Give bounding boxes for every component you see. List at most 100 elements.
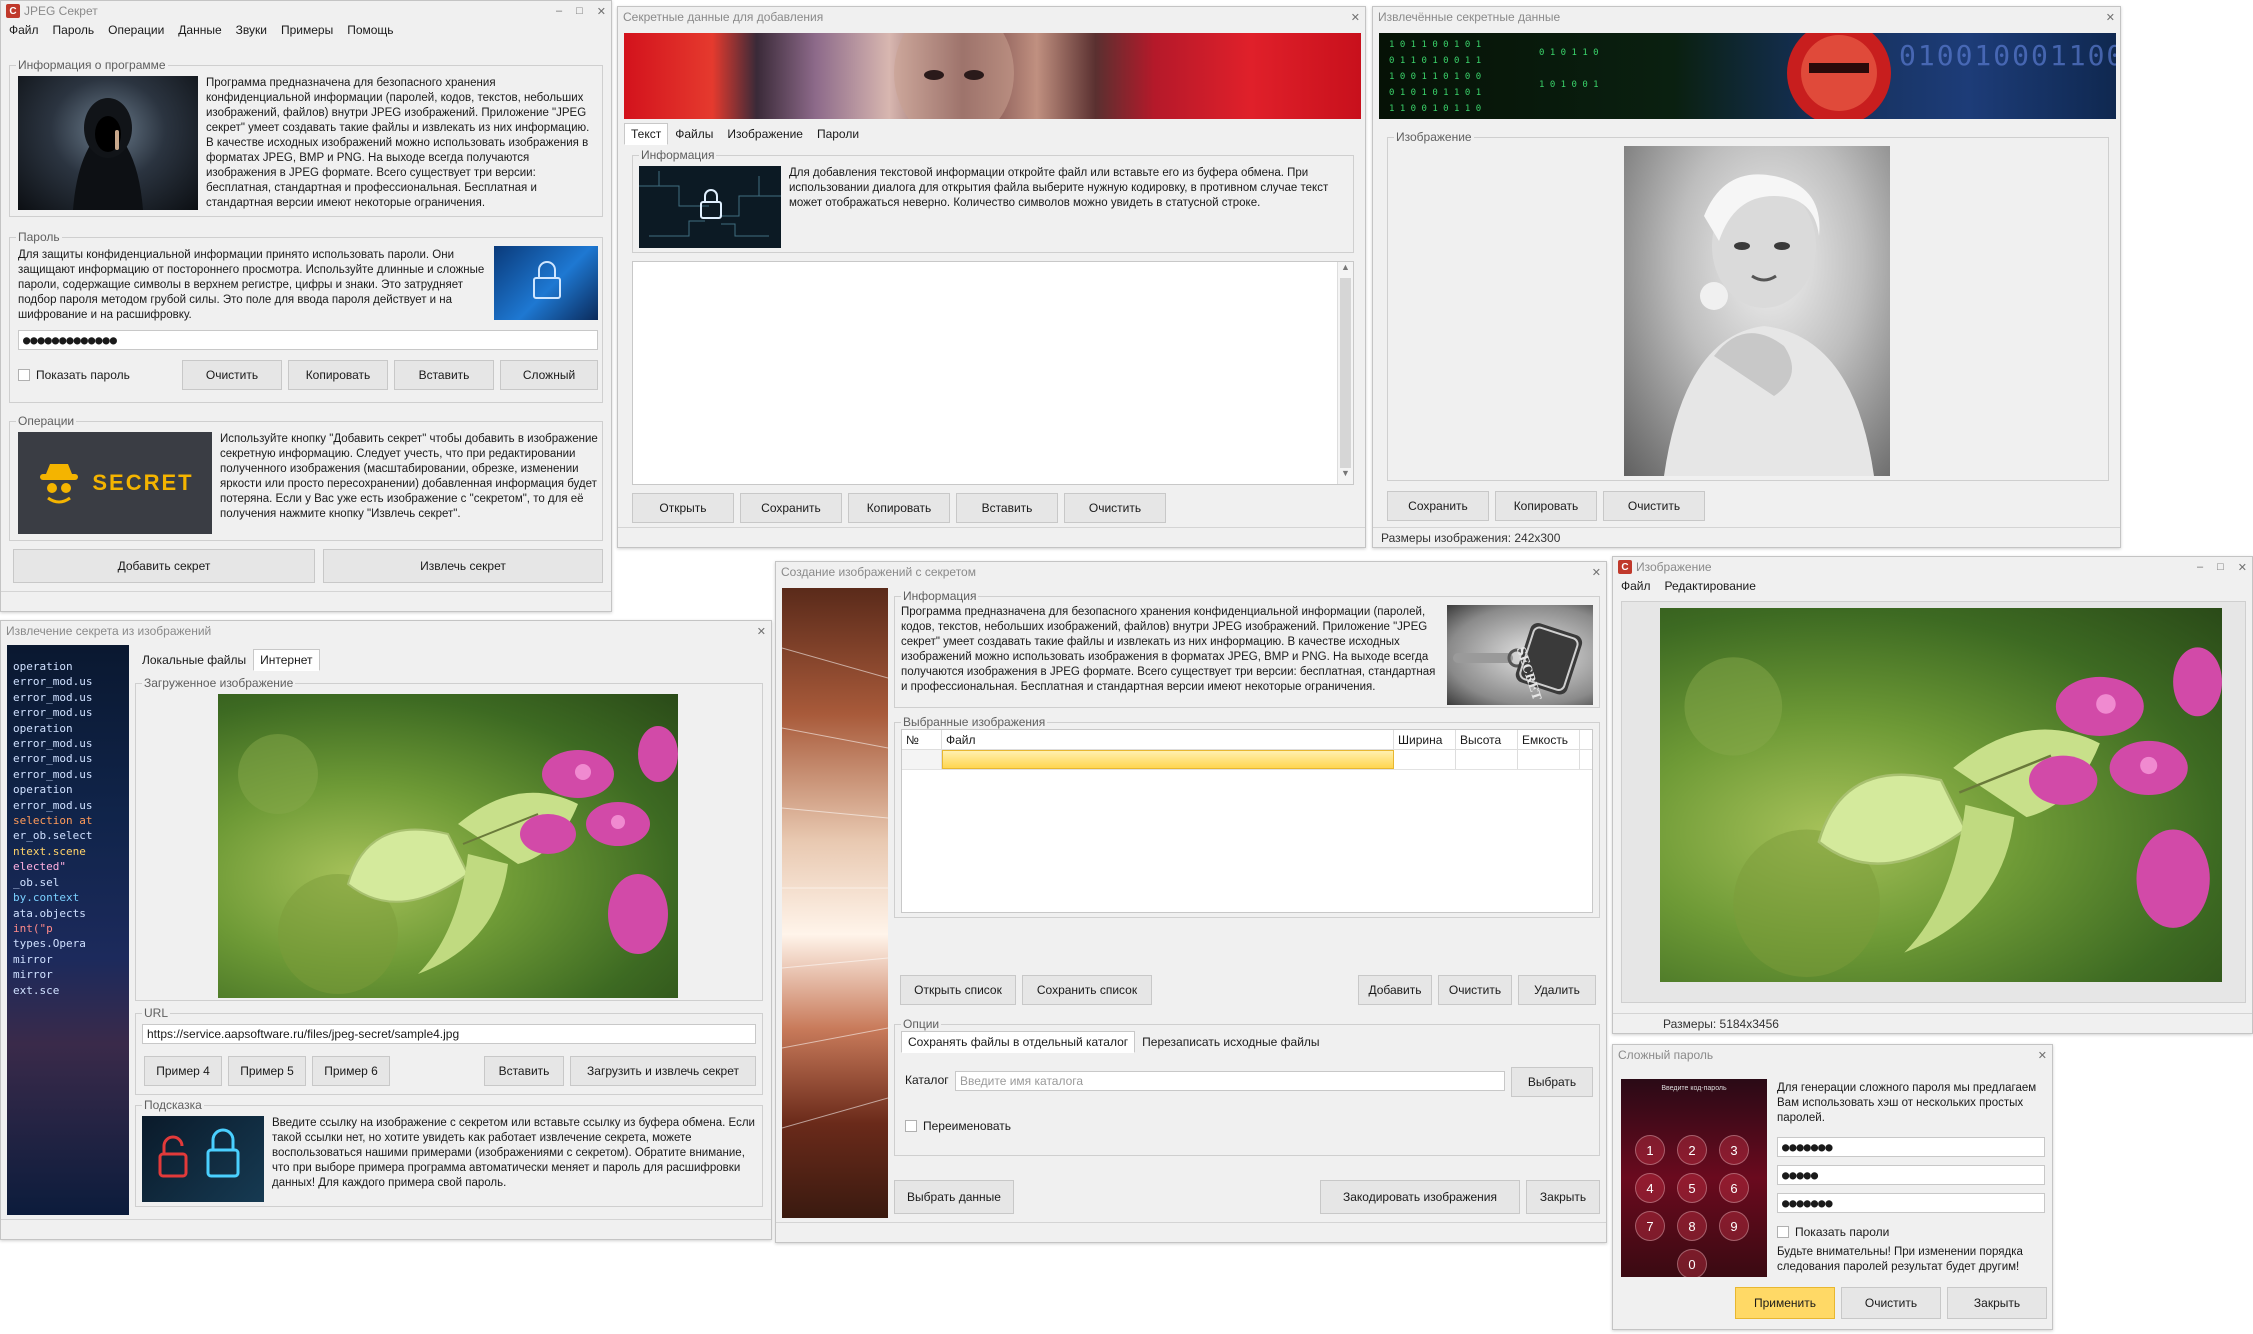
menu-operations[interactable]: Операции — [108, 23, 164, 37]
tab-files[interactable]: Файлы — [668, 123, 720, 145]
close-icon[interactable]: ✕ — [757, 625, 766, 638]
col-width[interactable]: Ширина — [1394, 730, 1456, 749]
checkbox-box[interactable] — [18, 369, 30, 381]
password-2-input[interactable]: ●●●●● — [1777, 1165, 2045, 1185]
table-row[interactable] — [902, 750, 1592, 770]
encode-button[interactable]: Закодировать изображения — [1320, 1180, 1520, 1214]
open-list-button[interactable]: Открыть список — [900, 975, 1016, 1005]
close-button[interactable]: Закрыть — [1526, 1180, 1600, 1214]
info-text: Программа предназначена для безопасного … — [901, 606, 1436, 693]
example-5-button[interactable]: Пример 5 — [228, 1056, 306, 1086]
text-area[interactable]: ▲ ▼ — [632, 261, 1354, 485]
checkbox-box[interactable] — [905, 1120, 917, 1132]
password-3-input[interactable]: ●●●●●●● — [1777, 1193, 2045, 1213]
menu-sounds[interactable]: Звуки — [236, 23, 267, 37]
copy-button[interactable]: Копировать — [288, 360, 388, 390]
clear-button[interactable]: Очистить — [1064, 493, 1166, 523]
info-group: Информация о программе Программа предназ… — [9, 58, 603, 217]
code-line: ata.objects — [13, 906, 86, 920]
menu-help[interactable]: Помощь — [347, 23, 393, 37]
password-1-input[interactable]: ●●●●●●● — [1777, 1137, 2045, 1157]
key-7: 7 — [1635, 1211, 1665, 1241]
paste-button[interactable]: Вставить — [394, 360, 494, 390]
code-line: mirror — [13, 968, 53, 982]
save-list-button[interactable]: Сохранить список — [1022, 975, 1152, 1005]
open-button[interactable]: Открыть — [632, 493, 734, 523]
window-title: Изображение — [1636, 560, 1712, 574]
add-button[interactable]: Добавить — [1358, 975, 1432, 1005]
dir-input[interactable]: Введите имя каталога — [955, 1071, 1505, 1091]
svg-text:1 0 0 1 1 0 1 0 0: 1 0 0 1 1 0 1 0 0 — [1389, 72, 1481, 82]
scrollbar[interactable]: ▲ ▼ — [1337, 262, 1353, 484]
maximize-icon[interactable]: □ — [2217, 561, 2224, 574]
password-input[interactable]: ●●●●●●●●●●●●● — [18, 330, 598, 350]
col-number[interactable]: № — [902, 730, 942, 749]
clear-button[interactable]: Очистить — [1603, 491, 1705, 521]
tab-internet[interactable]: Интернет — [253, 649, 320, 671]
add-secret-button[interactable]: Добавить секрет — [13, 549, 315, 583]
scroll-thumb[interactable] — [1340, 278, 1351, 468]
example-4-button[interactable]: Пример 4 — [144, 1056, 222, 1086]
tab-overwrite[interactable]: Перезаписать исходные файлы — [1135, 1031, 1326, 1053]
show-password-checkbox[interactable]: Показать пароль — [18, 368, 130, 382]
delete-button[interactable]: Удалить — [1518, 975, 1596, 1005]
maximize-icon[interactable]: □ — [576, 5, 583, 18]
extract-secret-button[interactable]: Извлечь секрет — [323, 549, 603, 583]
col-height[interactable]: Высота — [1456, 730, 1518, 749]
load-extract-button[interactable]: Загрузить и извлечь секрет — [570, 1056, 756, 1086]
code-line: by.context — [13, 891, 80, 905]
minimize-icon[interactable]: – — [556, 5, 562, 18]
close-icon[interactable]: ✕ — [597, 5, 606, 18]
window-title: Создание изображений с секретом — [781, 565, 976, 579]
select-data-button[interactable]: Выбрать данные — [894, 1180, 1014, 1214]
save-button[interactable]: Сохранить — [1387, 491, 1489, 521]
menu-password[interactable]: Пароль — [53, 23, 95, 37]
close-icon[interactable]: ✕ — [1351, 11, 1360, 24]
scroll-up-icon[interactable]: ▲ — [1338, 262, 1353, 278]
show-passwords-checkbox[interactable]: Показать пароли — [1777, 1225, 1889, 1239]
info-group-label: Информация о программе — [16, 58, 168, 72]
svg-text:0 1 0 1 0 1 1 0 1: 0 1 0 1 0 1 1 0 1 — [1389, 88, 1481, 98]
close-button[interactable]: Закрыть — [1947, 1287, 2047, 1319]
example-6-button[interactable]: Пример 6 — [312, 1056, 390, 1086]
clear-button[interactable]: Очистить — [1438, 975, 1512, 1005]
status-bar: Размеры изображения: 242x300 — [1373, 527, 2120, 547]
tab-local-files[interactable]: Локальные файлы — [135, 649, 253, 671]
close-icon[interactable]: ✕ — [2038, 1049, 2047, 1062]
copy-button[interactable]: Копировать — [1495, 491, 1597, 521]
tab-image[interactable]: Изображение — [720, 123, 810, 145]
close-icon[interactable]: ✕ — [1592, 566, 1601, 579]
code-line: _ob.sel — [13, 875, 60, 889]
rename-checkbox[interactable]: Переименовать — [905, 1119, 1011, 1133]
source-tabs: Локальные файлы Интернет — [135, 649, 320, 671]
complex-button[interactable]: Сложный — [500, 360, 598, 390]
menu-edit[interactable]: Редактирование — [1665, 579, 1756, 593]
scroll-down-icon[interactable]: ▼ — [1338, 468, 1353, 484]
save-button[interactable]: Сохранить — [740, 493, 842, 523]
copy-button[interactable]: Копировать — [848, 493, 950, 523]
close-icon[interactable]: ✕ — [2106, 11, 2115, 24]
close-icon[interactable]: ✕ — [2238, 561, 2247, 574]
code-line: error_mod.us — [13, 675, 93, 689]
menu-examples[interactable]: Примеры — [281, 23, 333, 37]
menu-file[interactable]: Файл — [1621, 579, 1651, 593]
clear-button[interactable]: Очистить — [182, 360, 282, 390]
minimize-icon[interactable]: – — [2197, 561, 2203, 574]
tab-text[interactable]: Текст — [624, 123, 669, 145]
hint-group: Подсказка Введите ссылку на изображение … — [135, 1098, 763, 1207]
col-capacity[interactable]: Емкость — [1518, 730, 1580, 749]
apply-button[interactable]: Применить — [1735, 1287, 1835, 1319]
menu-file[interactable]: Файл — [9, 23, 39, 37]
key-3: 3 — [1719, 1135, 1749, 1165]
tab-separate-dir[interactable]: Сохранять файлы в отдельный каталог — [901, 1031, 1136, 1053]
col-file[interactable]: Файл — [942, 730, 1394, 749]
tab-passwords[interactable]: Пароли — [810, 123, 866, 145]
clear-button[interactable]: Очистить — [1841, 1287, 1941, 1319]
menu-data[interactable]: Данные — [178, 23, 221, 37]
paste-button[interactable]: Вставить — [956, 493, 1058, 523]
paste-button[interactable]: Вставить — [484, 1056, 564, 1086]
choose-button[interactable]: Выбрать — [1511, 1067, 1593, 1097]
url-input[interactable]: https://service.aapsoftware.ru/files/jpe… — [142, 1024, 756, 1044]
checkbox-box[interactable] — [1777, 1226, 1789, 1238]
images-table[interactable]: № Файл Ширина Высота Емкость — [901, 729, 1593, 913]
